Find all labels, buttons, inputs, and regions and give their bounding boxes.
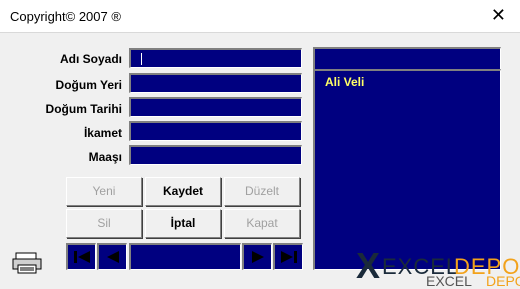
yeni-button[interactable]: Yeni <box>66 177 142 206</box>
label-dogum-tarihi: Doğum Tarihi <box>45 102 122 116</box>
previous-record-icon <box>106 251 119 263</box>
records-list[interactable]: Ali Veli <box>313 69 501 270</box>
ikamet-field[interactable] <box>129 121 302 141</box>
excel-depo-logo: X EXCEL DEPO EXCEL DEPO <box>356 245 520 289</box>
last-record-button[interactable] <box>273 243 303 270</box>
maasi-field[interactable] <box>129 145 302 165</box>
printer-icon[interactable] <box>12 252 44 274</box>
list-item[interactable]: Ali Veli <box>325 75 364 89</box>
dogum-yeri-field[interactable] <box>129 73 302 93</box>
close-icon[interactable]: ✕ <box>491 5 506 25</box>
label-adi-soyadi: Adı Soyadı <box>59 52 122 66</box>
first-record-button[interactable] <box>66 243 96 270</box>
previous-record-button[interactable] <box>97 243 127 270</box>
kaydet-button[interactable]: Kaydet <box>145 177 221 206</box>
first-record-icon <box>73 251 90 263</box>
duzelt-button[interactable]: Düzelt <box>224 177 300 206</box>
adi-soyadi-field[interactable] <box>129 48 302 68</box>
label-dogum-yeri: Doğum Yeri <box>55 78 122 92</box>
record-position-field[interactable] <box>129 243 241 270</box>
iptal-button[interactable]: İptal <box>145 209 221 238</box>
logo-mark: X <box>356 245 381 286</box>
window-title: Copyright© 2007 ® <box>10 9 121 24</box>
list-header <box>313 47 501 71</box>
kapat-button[interactable]: Kapat <box>224 209 300 238</box>
next-record-icon <box>251 251 264 263</box>
next-record-button[interactable] <box>242 243 272 270</box>
last-record-icon <box>280 251 297 263</box>
dogum-tarihi-field[interactable] <box>129 97 302 117</box>
sil-button[interactable]: Sil <box>66 209 142 238</box>
label-ikamet: İkamet <box>83 126 122 140</box>
text-caret <box>141 53 142 65</box>
title-bar: Copyright© 2007 ® ✕ <box>0 0 520 33</box>
label-maasi: Maaşı <box>88 150 122 164</box>
